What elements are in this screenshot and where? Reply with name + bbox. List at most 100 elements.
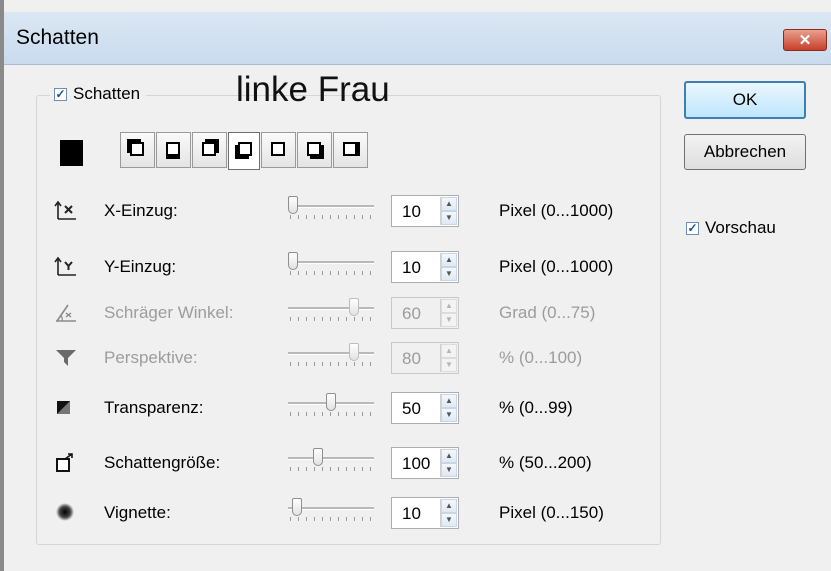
x-offset-input[interactable]: 10 ▲ ▼ [391,195,459,227]
param-row-skew-angle: Schräger Winkel: 60 ▲ ▼ Grad (0...75) [54,295,654,329]
shadow-type-button[interactable] [333,132,368,168]
shadow-type-button[interactable] [120,132,155,168]
shadow-type-3-icon [202,142,216,156]
shadow-type-buttons [120,132,369,170]
spin-down-icon[interactable]: ▼ [441,211,457,225]
param-row-perspective: Perspektive: 80 ▲ ▼ % (0...100) [54,340,654,374]
perspective-icon [54,346,78,368]
spin-up-icon[interactable]: ▲ [441,499,457,513]
slider-thumb[interactable] [292,498,303,516]
slider-ticks [290,517,372,521]
spin-buttons: ▲ ▼ [440,344,457,372]
preview-checkbox[interactable]: ✓ [686,221,699,235]
param-label: X-Einzug: [104,201,178,220]
transparency-slider[interactable] [286,392,376,422]
slider-ticks [290,467,372,471]
param-range: % (0...99) [499,398,573,417]
perspective-input: 80 ▲ ▼ [391,342,459,374]
shadow-size-input[interactable]: 100 ▲ ▼ [391,447,459,479]
checkmark-icon: ✓ [687,221,698,235]
close-button[interactable]: ✕ [783,29,827,51]
shadow-type-button[interactable] [261,132,296,168]
shadow-type-4-icon [238,142,252,156]
title-bar[interactable]: Schatten ✕ [4,12,831,65]
param-label: Y-Einzug: [104,257,177,276]
slider-track [288,457,374,460]
shadow-type-7-icon [343,142,357,156]
close-icon: ✕ [798,31,812,49]
input-value: 60 [402,304,421,323]
slider-ticks [290,215,372,219]
param-label: Perspektive: [104,348,198,367]
annotation-text: linke Frau [236,70,390,109]
slider-ticks [290,271,372,275]
shadow-size-icon [54,451,78,473]
slider-ticks [290,362,372,366]
x-offset-slider[interactable] [286,195,376,225]
shadow-checkbox-row[interactable]: ✓ Schatten [50,82,147,106]
shadow-color-swatch[interactable] [60,140,83,166]
input-value: 10 [402,258,421,277]
shadow-checkbox[interactable]: ✓ [54,87,67,101]
input-value: 50 [402,399,421,418]
spin-down-icon[interactable]: ▼ [441,513,457,527]
param-row-transparency: Transparenz: 50 ▲ ▼ % (0...99) [54,390,654,424]
param-range: Grad (0...75) [499,303,596,322]
slider-ticks [290,412,372,416]
y-offset-slider[interactable] [286,251,376,281]
spin-up-icon[interactable]: ▲ [441,197,457,211]
spin-buttons: ▲ ▼ [440,253,457,281]
spin-up-icon[interactable]: ▲ [441,449,457,463]
shadow-type-button[interactable] [297,132,332,168]
shadow-size-slider[interactable] [286,447,376,477]
shadow-type-1-icon [130,142,144,156]
vignette-slider[interactable] [286,497,376,527]
spin-buttons: ▲ ▼ [440,499,457,527]
spin-buttons: ▲ ▼ [440,449,457,477]
slider-thumb[interactable] [326,393,337,411]
spin-up-icon: ▲ [441,344,457,358]
spin-buttons: ▲ ▼ [440,197,457,225]
slider-track [288,205,374,208]
skew-angle-input: 60 ▲ ▼ [391,297,459,329]
spin-down-icon[interactable]: ▼ [441,408,457,422]
spin-down-icon[interactable]: ▼ [441,267,457,281]
spin-down-icon[interactable]: ▼ [441,463,457,477]
y-offset-input[interactable]: 10 ▲ ▼ [391,251,459,283]
shadow-dialog: Schatten ✕ ✓ Schatten linke Frau X-Einzu… [0,0,831,571]
cancel-button[interactable]: Abbrechen [684,134,806,170]
input-value: 10 [402,504,421,523]
vignette-icon [54,501,78,523]
slider-thumb[interactable] [287,252,298,270]
angle-icon [54,301,78,323]
perspective-slider [286,342,376,372]
vignette-input[interactable]: 10 ▲ ▼ [391,497,459,529]
spin-down-icon: ▼ [441,358,457,372]
shadow-type-button[interactable] [228,132,260,170]
slider-thumb [349,298,360,316]
shadow-type-button[interactable] [156,132,191,168]
x-offset-icon [54,199,78,221]
slider-ticks [290,317,372,321]
preview-checkbox-row[interactable]: ✓ Vorschau [686,217,776,239]
param-row-vignette: Vignette: 10 ▲ ▼ Pixel (0...150) [54,495,654,529]
slider-thumb[interactable] [312,448,323,466]
input-value: 10 [402,202,421,221]
window-title: Schatten [16,26,99,49]
shadow-type-button[interactable] [192,132,227,168]
slider-track [288,352,374,355]
y-offset-icon [54,255,78,277]
preview-checkbox-label: Vorschau [705,218,776,237]
shadow-checkbox-label: Schatten [73,84,141,103]
spin-up-icon[interactable]: ▲ [441,253,457,267]
slider-thumb[interactable] [287,196,298,214]
spin-down-icon: ▼ [441,313,457,327]
ok-button[interactable]: OK [684,81,806,119]
param-range: % (0...100) [499,348,583,367]
shadow-type-2-icon [166,142,180,156]
input-value: 100 [402,454,431,473]
spin-up-icon[interactable]: ▲ [441,394,457,408]
transparency-input[interactable]: 50 ▲ ▼ [391,392,459,424]
param-label: Vignette: [104,503,171,522]
spin-buttons: ▲ ▼ [440,394,457,422]
